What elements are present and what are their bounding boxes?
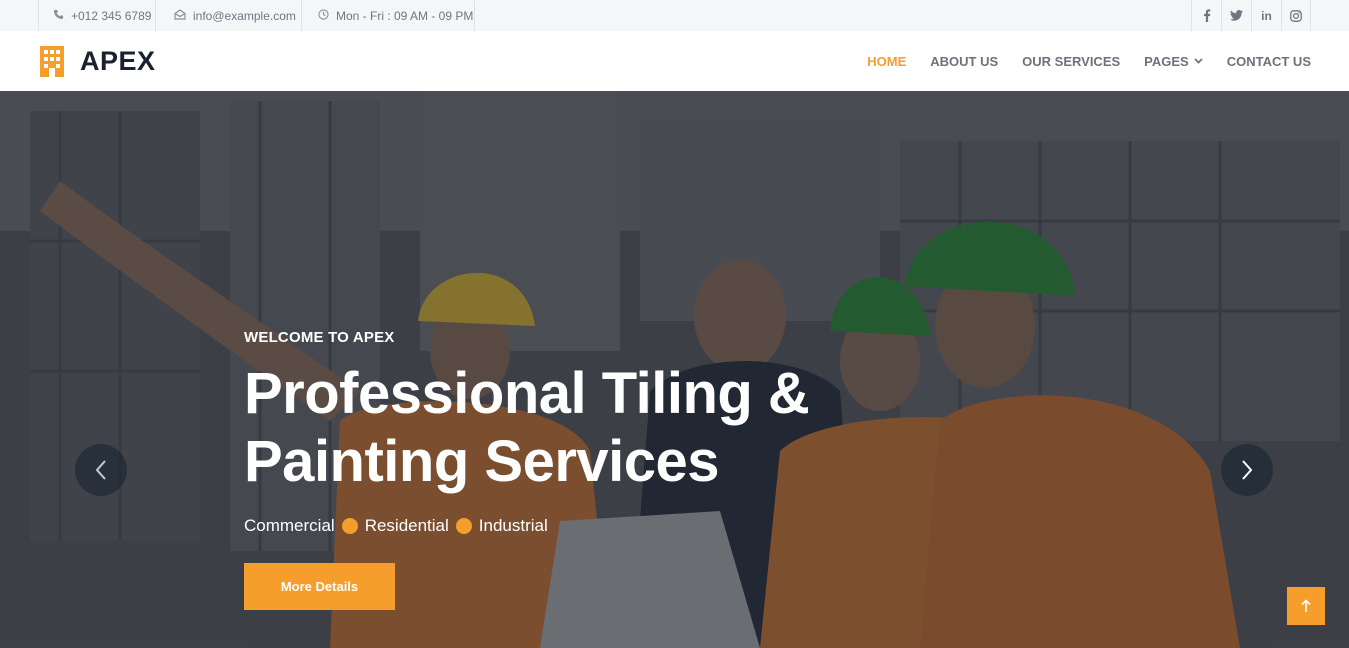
hero-title-line-1: Professional Tiling &: [244, 361, 810, 426]
facebook-icon: [1203, 9, 1210, 22]
nav-item-home[interactable]: HOME: [867, 54, 906, 69]
building-icon: [40, 46, 64, 77]
linkedin-icon: in: [1261, 8, 1272, 23]
carousel-prev-button[interactable]: [75, 444, 127, 496]
opening-hours-text: Mon - Fri : 09 AM - 09 PM: [336, 8, 474, 23]
nav-item-about-us[interactable]: ABOUT US: [930, 54, 998, 69]
back-to-top-button[interactable]: [1287, 587, 1325, 625]
chevron-down-icon: [1194, 58, 1203, 64]
service-tag-commercial: Commercial: [244, 516, 335, 535]
instagram-icon: [1290, 9, 1302, 22]
hero-carousel: WELCOME TO APEX Professional Tiling & Pa…: [0, 91, 1349, 648]
service-tag-residential: Residential: [364, 516, 449, 535]
twitter-icon: [1230, 10, 1243, 21]
social-links: in: [1191, 0, 1311, 31]
contact-email-text: info@example.com: [193, 8, 296, 23]
nav-menu: HOME ABOUT US OUR SERVICES PAGES CONTACT…: [843, 31, 1311, 91]
brand-name: APEX: [80, 45, 156, 76]
brand-logo[interactable]: APEX: [38, 43, 156, 79]
carousel-next-button[interactable]: [1221, 444, 1273, 496]
opening-hours: Mon - Fri : 09 AM - 09 PM: [302, 0, 475, 31]
nav-item-contact-us[interactable]: CONTACT US: [1227, 54, 1311, 69]
nav-item-our-services[interactable]: OUR SERVICES: [1022, 54, 1120, 69]
linkedin-link[interactable]: in: [1251, 0, 1281, 31]
more-details-button[interactable]: More Details: [244, 563, 395, 610]
service-tags: Commercial Residential Industrial: [244, 516, 1004, 536]
tag-separator-dot: [341, 518, 358, 534]
instagram-link[interactable]: [1281, 0, 1311, 31]
hero-content: WELCOME TO APEX Professional Tiling & Pa…: [244, 329, 1004, 610]
chevron-right-icon: [1242, 460, 1253, 480]
chevron-left-icon: [95, 460, 106, 480]
arrow-up-icon: [1301, 599, 1311, 612]
facebook-link[interactable]: [1191, 0, 1221, 31]
contact-email[interactable]: info@example.com: [156, 0, 302, 31]
hero-title-line-2: Painting Services: [244, 429, 720, 494]
hero-title: Professional Tiling & Painting Services: [244, 360, 1004, 496]
contact-phone-text: +012 345 6789: [71, 8, 152, 23]
main-navbar: APEX HOME ABOUT US OUR SERVICES PAGES CO…: [0, 31, 1349, 91]
contact-phone[interactable]: +012 345 6789: [38, 0, 156, 31]
tag-separator-dot: [455, 518, 472, 534]
phone-icon: [53, 9, 71, 23]
service-tag-industrial: Industrial: [478, 516, 548, 535]
hero-eyebrow: WELCOME TO APEX: [244, 329, 395, 346]
twitter-link[interactable]: [1221, 0, 1251, 31]
clock-icon: [318, 8, 336, 23]
envelope-open-icon: [174, 8, 193, 23]
nav-item-pages-label: PAGES: [1144, 53, 1189, 69]
nav-item-pages[interactable]: PAGES: [1144, 54, 1203, 69]
top-bar: +012 345 6789 info@example.com Mon - Fri…: [0, 0, 1349, 31]
